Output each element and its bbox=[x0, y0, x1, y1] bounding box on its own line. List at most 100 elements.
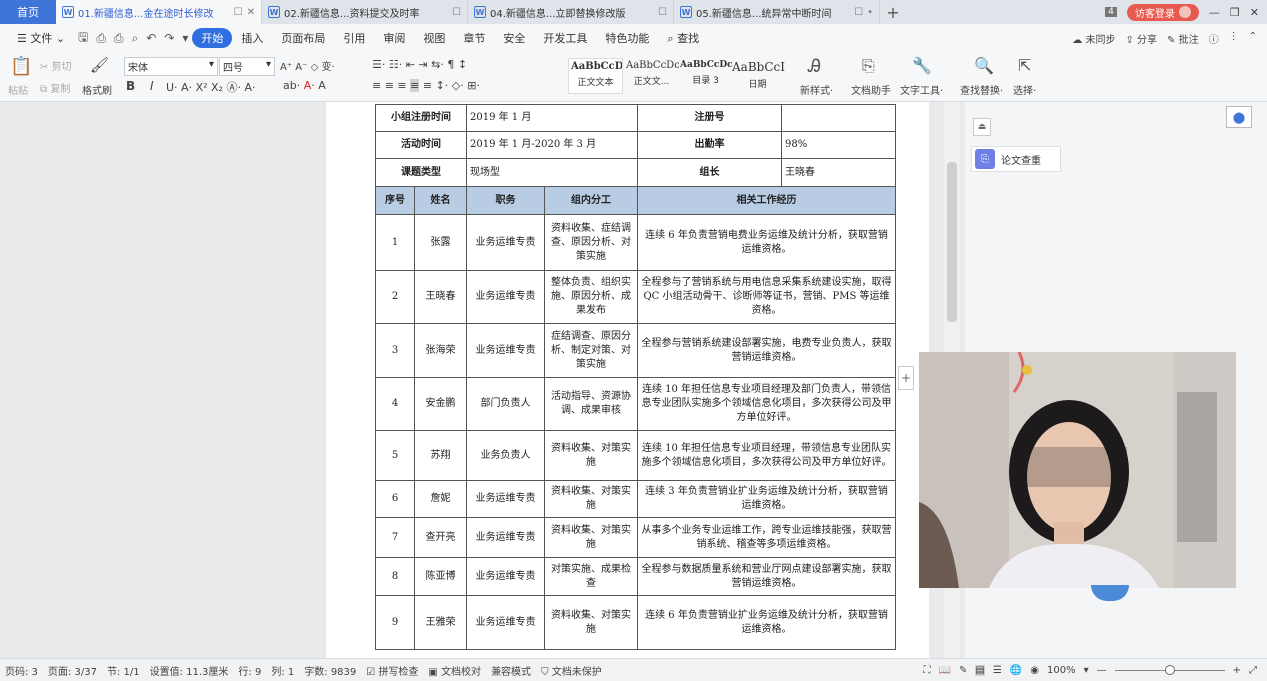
doc-tab-3[interactable]: W 04.新疆信息...立即替换修改版 ☐ bbox=[468, 0, 674, 24]
tab-security[interactable]: 安全 bbox=[494, 30, 534, 46]
tab-developer[interactable]: 开发工具 bbox=[534, 30, 596, 46]
text-effect-tools[interactable]: U· A· X² X₂ Ⓐ· A· bbox=[166, 79, 255, 95]
tab-references[interactable]: 引用 bbox=[334, 30, 374, 46]
font-name-select[interactable]: 宋体 ▾ bbox=[124, 57, 218, 76]
spell-check-button[interactable]: ☑ 拼写检查 bbox=[361, 663, 423, 678]
fit-window-icon[interactable]: ⤢ bbox=[1249, 665, 1257, 676]
tab-chapter[interactable]: 章节 bbox=[454, 30, 494, 46]
redo-icon[interactable]: ↷ bbox=[160, 31, 178, 45]
zoom-out-icon[interactable]: — bbox=[1097, 665, 1107, 676]
read-mode-icon[interactable]: 📖 bbox=[939, 665, 951, 676]
copy-button[interactable]: ⧉ 复制 bbox=[40, 80, 70, 95]
document-page[interactable]: 小组注册时间 2019 年 1 月 注册号 活动时间 2019 年 1 月-20… bbox=[326, 102, 929, 658]
text-tools-button[interactable]: 文字工具· bbox=[900, 82, 943, 97]
doc-helper-button[interactable]: 文档助手 bbox=[851, 82, 891, 97]
fullscreen-icon[interactable]: ⛶ bbox=[924, 665, 931, 676]
list-tools[interactable]: ☰· ☷· ⇤ ⇥ ⇆· ¶ ↕ bbox=[372, 58, 467, 71]
table-row[interactable]: 2 王晓春 业务运维专责 整体负责、组织实施、原因分析、成果发布 全程参与了营销… bbox=[375, 270, 896, 324]
window-count-badge[interactable]: 4 bbox=[1105, 7, 1117, 17]
section-info[interactable]: 节: 1/1 bbox=[102, 663, 145, 678]
font-size-tools[interactable]: A⁺ A⁻ ◇ 变· bbox=[280, 58, 335, 73]
position-info[interactable]: 设置值: 11.3厘米 bbox=[145, 663, 234, 678]
table-row[interactable]: 8 陈亚博 业务运维专责 对策实施、成果检查 全程参与数据质量系统和营业厅网点建… bbox=[375, 557, 896, 596]
export-icon[interactable]: ⎙ bbox=[92, 31, 110, 46]
reg-time-value[interactable]: 2019 年 1 月 bbox=[466, 104, 638, 132]
annotate-button[interactable]: ✎ 批注 bbox=[1167, 31, 1199, 46]
zoom-slider-knob[interactable] bbox=[1164, 664, 1175, 675]
act-time-value[interactable]: 2019 年 1 月-2020 年 3 月 bbox=[466, 131, 638, 159]
scrollbar-thumb[interactable] bbox=[947, 162, 957, 322]
paper-check-button[interactable]: ⎘ 论文查重 bbox=[971, 146, 1061, 172]
table-row[interactable]: 1 张露 业务运维专责 资料收集、症结调查、原因分析、对策实施 连续 6 年负责… bbox=[375, 214, 896, 271]
protect-status[interactable]: ⛉ 文档未保护 bbox=[536, 663, 607, 678]
find-replace-icon[interactable]: 🔍 bbox=[974, 56, 994, 75]
reg-no-value[interactable] bbox=[781, 104, 896, 132]
zoom-chevron-icon[interactable]: ▾ bbox=[1084, 665, 1089, 676]
tab-insert[interactable]: 插入 bbox=[232, 30, 272, 46]
new-style-icon[interactable]: Ꭿ bbox=[808, 56, 821, 77]
location-pin-icon[interactable]: ⬤ bbox=[1226, 106, 1252, 128]
font-size-select[interactable]: 四号 ▾ bbox=[219, 57, 275, 76]
restore-icon[interactable]: ❐ bbox=[1230, 6, 1240, 19]
print-icon[interactable]: ⎙ bbox=[110, 31, 128, 46]
more-icon[interactable]: ⋮ bbox=[1229, 31, 1239, 46]
search-menu[interactable]: ⌕ 查找 bbox=[658, 30, 708, 46]
style-body-text[interactable]: AaBbCcDc 正文文... bbox=[624, 58, 679, 94]
select-cursor-icon[interactable]: ⇱ bbox=[1018, 56, 1031, 75]
customize-icon[interactable]: ▾ bbox=[178, 31, 192, 45]
tab-start[interactable]: 开始 bbox=[192, 28, 233, 48]
style-normal-text[interactable]: AaBbCcDc正文文本 bbox=[568, 58, 623, 94]
file-menu[interactable]: ☰ 文件 ⌄ bbox=[8, 30, 74, 46]
eye-care-icon[interactable]: ◉ bbox=[1030, 665, 1039, 676]
collapse-panel-icon[interactable]: ⏏ bbox=[973, 118, 991, 136]
highlight-tools[interactable]: ab· A· A bbox=[283, 79, 326, 92]
table-row[interactable]: 4 安金鹏 部门负责人 活动指导、资源协调、成果审核 连续 10 年担任信息专业… bbox=[375, 377, 896, 431]
add-row-icon[interactable]: + bbox=[898, 366, 914, 390]
cut-button[interactable]: ✂ 剪切 bbox=[40, 58, 72, 73]
select-button[interactable]: 选择· bbox=[1013, 82, 1036, 97]
page-number[interactable]: 页码: 3 bbox=[0, 663, 43, 678]
home-tab[interactable]: 首页 bbox=[0, 0, 56, 24]
share-button[interactable]: ⇪ 分享 bbox=[1125, 31, 1157, 46]
zoom-in-icon[interactable]: + bbox=[1233, 665, 1241, 676]
close-icon[interactable]: ✕ bbox=[247, 7, 255, 18]
page-view-icon[interactable]: ▤ bbox=[975, 664, 985, 676]
new-style-button[interactable]: 新样式· bbox=[800, 82, 833, 97]
tab-view[interactable]: 视图 bbox=[414, 30, 454, 46]
paste-icon[interactable]: 📋 bbox=[10, 56, 32, 77]
format-painter-label[interactable]: 格式刷 bbox=[82, 82, 112, 97]
page-count[interactable]: 页面: 3/37 bbox=[43, 663, 102, 678]
table-row[interactable]: 3 张海荣 业务运维专责 症结调查、原因分析、制定对策、对策实施 全程参与营销系… bbox=[375, 323, 896, 378]
doc-tab-4[interactable]: W 05.新疆信息...统异常中断时间 ☐ • bbox=[674, 0, 880, 24]
web-view-icon[interactable]: 🌐 bbox=[1010, 665, 1022, 676]
style-toc-3[interactable]: AaBbCcDc 目录 3 bbox=[678, 58, 733, 94]
table-row[interactable]: 6 詹妮 业务运维专责 资料收集、对策实施 连续 3 年负责营销业扩业务运维及统… bbox=[375, 480, 896, 518]
paste-label[interactable]: 粘贴 bbox=[8, 82, 28, 97]
close-window-icon[interactable]: ✕ bbox=[1250, 6, 1259, 19]
help-icon[interactable]: ⓘ bbox=[1209, 31, 1219, 46]
doc-tab-2[interactable]: W 02.新疆信息...资料提交及时率 ☐ bbox=[262, 0, 468, 24]
table-row[interactable]: 7 查开亮 业务运维专责 资料收集、对策实施 从事多个业务专业运维工作，跨专业运… bbox=[375, 517, 896, 558]
save-icon[interactable]: 🖫 bbox=[74, 28, 92, 49]
undo-icon[interactable]: ↶ bbox=[142, 31, 160, 45]
tab-page-layout[interactable]: 页面布局 bbox=[272, 30, 334, 46]
collapse-ribbon-icon[interactable]: ⌃ bbox=[1249, 31, 1257, 46]
style-date[interactable]: AaBbCcI 日期 bbox=[730, 58, 785, 94]
bold-button[interactable]: B bbox=[126, 79, 135, 93]
topic-type-value[interactable]: 现场型 bbox=[466, 158, 638, 187]
leader-value[interactable]: 王晓春 bbox=[781, 158, 896, 187]
align-tools[interactable]: ≡ ≡ ≡ ≡ ≡ ↕· ◇· ⊞· bbox=[372, 79, 480, 92]
word-count[interactable]: 字数: 9839 bbox=[299, 663, 361, 678]
sync-button[interactable]: ☁ 未同步 bbox=[1072, 31, 1115, 46]
attendance-value[interactable]: 98% bbox=[781, 131, 896, 159]
add-tab-button[interactable]: + bbox=[880, 0, 906, 24]
doc-helper-icon[interactable]: ⎘ bbox=[862, 56, 875, 76]
doc-tab-1[interactable]: W 01.新疆信息...金在途时长修改 ☐ ✕ bbox=[56, 0, 262, 24]
italic-button[interactable]: I bbox=[150, 79, 154, 93]
table-row[interactable]: 9 王雅荣 业务运维专责 资料收集、对策实施 连续 6 年负责营销业扩业务运维及… bbox=[375, 595, 896, 650]
zoom-level[interactable]: 100% bbox=[1047, 665, 1076, 676]
comment-icon[interactable]: ☐ bbox=[452, 7, 461, 18]
comment-icon[interactable]: ☐ bbox=[854, 7, 863, 18]
find-replace-button[interactable]: 查找替换· bbox=[960, 82, 1003, 97]
comment-icon[interactable]: ☐ bbox=[658, 7, 667, 18]
